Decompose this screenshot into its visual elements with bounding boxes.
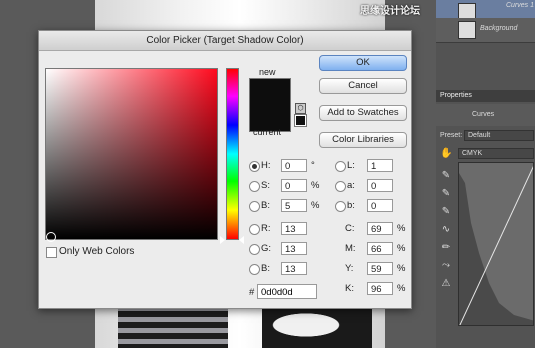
hsb-b-radio[interactable]	[249, 201, 260, 212]
hand-icon[interactable]: ✋	[440, 148, 452, 160]
field-unit: %	[311, 180, 320, 191]
field-unit: °	[311, 160, 315, 171]
hex-input[interactable]: 0d0d0d	[257, 284, 317, 299]
color-libraries-button[interactable]: Color Libraries	[319, 132, 407, 148]
layer-name: Background	[480, 25, 518, 32]
lab-l-radio[interactable]	[335, 161, 346, 172]
field-label: R:	[261, 223, 271, 234]
field-unit: %	[397, 263, 406, 274]
lab-a-radio[interactable]	[335, 181, 346, 192]
preset-select[interactable]: Default	[464, 130, 534, 141]
cancel-button[interactable]: Cancel	[319, 78, 407, 94]
watermark: 思缘设计论坛	[360, 6, 420, 17]
lab-a-input[interactable]: 0	[367, 179, 393, 192]
histogram-chart	[459, 166, 533, 325]
curve-edit-icon[interactable]: ∿	[440, 224, 452, 236]
only-web-colors-checkbox[interactable]	[46, 247, 57, 258]
preset-label: Preset:	[440, 132, 463, 139]
field-label: C:	[345, 223, 355, 234]
field-label: G:	[261, 243, 272, 254]
rgb-b-radio[interactable]	[249, 264, 260, 275]
new-color-swatch	[250, 79, 290, 105]
field-unit: %	[397, 283, 406, 294]
cmyk-y-input[interactable]: 59	[367, 262, 393, 275]
ok-button[interactable]: OK	[319, 55, 407, 71]
rgb-g-input[interactable]: 13	[281, 242, 307, 255]
field-label: M:	[345, 243, 356, 254]
lab-b-radio[interactable]	[335, 201, 346, 212]
field-label: K:	[345, 283, 354, 294]
curves-graph[interactable]	[458, 162, 534, 326]
rgb-b-input[interactable]: 13	[281, 262, 307, 275]
field-label: a:	[347, 180, 355, 191]
rgb-g-radio[interactable]	[249, 244, 260, 255]
field-label: S:	[261, 180, 270, 191]
smooth-icon[interactable]: ⤳	[440, 260, 452, 272]
color-field-marker[interactable]	[46, 232, 56, 242]
lab-l-input[interactable]: 1	[367, 159, 393, 172]
hue-slider-handle-left[interactable]	[220, 236, 225, 244]
field-label: B:	[261, 263, 270, 274]
field-label: H:	[261, 160, 271, 171]
hex-label: #	[249, 287, 255, 298]
dialog-title: Color Picker (Target Shadow Color)	[39, 31, 411, 51]
channel-select[interactable]: CMYK	[458, 148, 534, 159]
rgb-r-input[interactable]: 13	[281, 222, 307, 235]
field-label: L:	[347, 160, 355, 171]
web-safe-swatch-icon[interactable]	[294, 114, 307, 127]
layer-name: Curves 1	[506, 2, 535, 9]
field-label: Y:	[345, 263, 354, 274]
hsb-h-input[interactable]: 0	[281, 159, 307, 172]
lab-b-input[interactable]: 0	[367, 199, 393, 212]
rgb-r-radio[interactable]	[249, 224, 260, 235]
cmyk-m-input[interactable]: 66	[367, 242, 393, 255]
hsb-s-radio[interactable]	[249, 181, 260, 192]
hsb-b-input[interactable]: 5	[281, 199, 307, 212]
field-label: b:	[347, 200, 355, 211]
hsb-h-radio[interactable]	[249, 161, 260, 172]
only-web-colors-label: Only Web Colors	[59, 246, 135, 257]
field-unit: %	[397, 243, 406, 254]
field-label: B:	[261, 200, 270, 211]
add-to-swatches-button[interactable]: Add to Swatches	[319, 105, 407, 121]
eyedropper-gray-icon[interactable]: ✎	[440, 188, 452, 200]
clipping-warning-icon[interactable]: ⚠	[440, 278, 452, 290]
hue-slider-handle-right[interactable]	[239, 236, 244, 244]
eyedropper-white-icon[interactable]: ✎	[440, 206, 452, 218]
pencil-icon[interactable]: ✏	[440, 242, 452, 254]
preset-row: Preset: Default	[436, 130, 535, 142]
layer-row-background[interactable]: Background	[436, 18, 535, 43]
current-color-label: current	[253, 127, 282, 137]
field-unit: %	[311, 200, 320, 211]
adjustment-header: Curves	[436, 104, 535, 126]
eyedropper-black-icon[interactable]: ✎	[440, 170, 452, 182]
cmyk-c-input[interactable]: 69	[367, 222, 393, 235]
hue-slider[interactable]	[226, 68, 239, 240]
cmyk-k-input[interactable]: 96	[367, 282, 393, 295]
new-color-label: new	[259, 67, 276, 77]
color-preview	[249, 78, 291, 132]
color-field[interactable]	[45, 68, 218, 242]
hsb-s-input[interactable]: 0	[281, 179, 307, 192]
field-unit: %	[397, 223, 406, 234]
layer-thumbnail	[458, 21, 476, 39]
color-picker-dialog: Color Picker (Target Shadow Color) Only …	[38, 30, 412, 309]
layers-properties-panel: Curves 1 Background Properties Curves Pr…	[436, 0, 535, 348]
tab-properties[interactable]: Properties	[436, 90, 535, 102]
adjustment-name: Curves	[472, 111, 495, 118]
out-of-gamut-cube-icon[interactable]: ⬡	[295, 103, 306, 114]
